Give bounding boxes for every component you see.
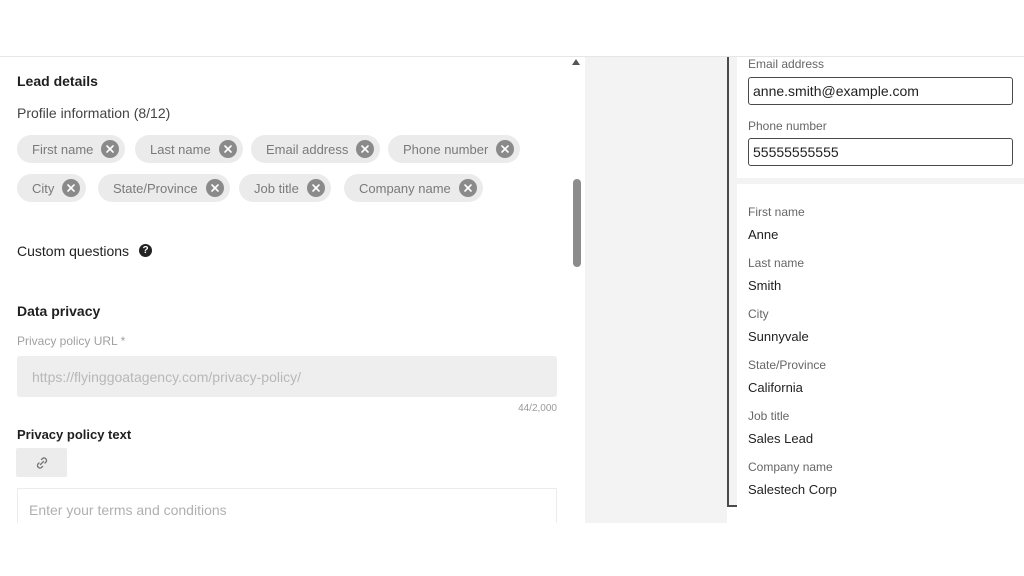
preview-field-value: Salestech Corp [748, 482, 837, 497]
chip-label: Email address [266, 141, 349, 157]
remove-icon[interactable] [458, 179, 477, 197]
preview-field-value: Anne [748, 227, 779, 242]
chip-last-name[interactable]: Last name [135, 135, 243, 163]
chip-label: State/Province [113, 180, 198, 196]
remove-icon[interactable] [205, 179, 224, 197]
lead-form-editor: Lead details Profile information (8/12) … [0, 57, 585, 523]
chip-label: Phone number [403, 141, 489, 157]
chip-label: First name [32, 141, 94, 157]
url-character-counter: 44/2,000 [518, 403, 557, 414]
remove-icon[interactable] [218, 140, 237, 158]
chip-phone-number[interactable]: Phone number [388, 135, 521, 163]
preview-background [585, 57, 727, 523]
remove-icon[interactable] [101, 140, 120, 158]
chip-state-province[interactable]: State/Province [98, 174, 230, 202]
preview-field-label: City [748, 307, 769, 321]
chip-label: Company name [359, 180, 451, 196]
insert-link-button[interactable] [16, 448, 67, 477]
link-icon [36, 456, 47, 469]
privacy-policy-url-label: Privacy policy URL * [17, 334, 126, 348]
preview-details-card [737, 184, 1024, 507]
remove-icon[interactable] [306, 179, 325, 197]
preview-field-value: Sales Lead [748, 431, 814, 446]
lead-details-title: Lead details [17, 73, 98, 89]
help-icon[interactable]: ? [139, 244, 152, 257]
chip-label: City [32, 180, 55, 196]
privacy-policy-text-label: Privacy policy text [17, 427, 132, 442]
remove-icon[interactable] [496, 140, 515, 158]
chip-company-name[interactable]: Company name [344, 174, 483, 202]
remove-icon[interactable] [356, 140, 375, 158]
preview-phone-input[interactable]: 55555555555 [748, 138, 1013, 166]
chip-label: Job title [254, 180, 299, 196]
chip-first-name[interactable]: First name [17, 135, 126, 163]
chip-city[interactable]: City [17, 174, 87, 202]
remove-icon[interactable] [62, 179, 81, 197]
scrollbar-thumb[interactable] [573, 179, 581, 267]
chip-job-title[interactable]: Job title [239, 174, 331, 202]
preview-email-input[interactable]: anne.smith@example.com [748, 77, 1013, 105]
privacy-policy-url-input[interactable]: https://flyinggoatagency.com/privacy-pol… [17, 356, 557, 397]
preview-phone-label: Phone number [748, 119, 827, 133]
data-privacy-title: Data privacy [17, 303, 101, 319]
preview-field-label: Company name [748, 460, 833, 474]
preview-email-label: Email address [748, 57, 825, 71]
preview-field-label: Last name [748, 256, 805, 270]
chip-email-address[interactable]: Email address [251, 135, 381, 163]
preview-field-value: California [748, 380, 803, 395]
preview-field-label: State/Province [748, 358, 827, 372]
preview-field-value: Smith [748, 278, 782, 293]
custom-questions-label: Custom questions [17, 243, 130, 259]
terms-textarea[interactable]: Enter your terms and conditions [17, 488, 557, 523]
preview-field-label: First name [748, 205, 805, 219]
chip-label: Last name [150, 141, 211, 157]
bottom-blank-area [0, 523, 1024, 576]
preview-field-value: Sunnyvale [748, 329, 809, 344]
preview-field-label: Job title [748, 409, 790, 423]
profile-information-label: Profile information (8/12) [17, 105, 171, 121]
scroll-up-arrow-icon[interactable] [572, 59, 580, 65]
